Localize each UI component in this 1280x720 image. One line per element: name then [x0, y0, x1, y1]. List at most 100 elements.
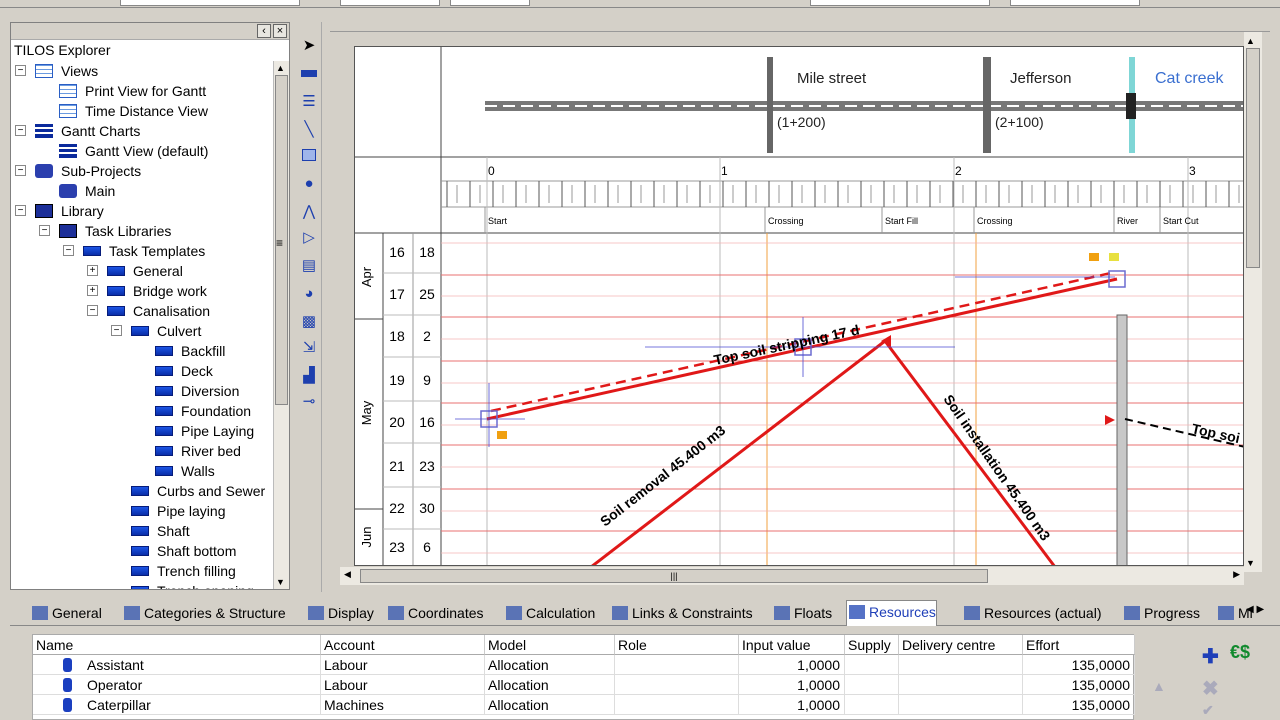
document-tool-icon[interactable]: ▤: [300, 256, 318, 274]
table-cell[interactable]: 135,0000: [1023, 655, 1135, 675]
table-cell[interactable]: Allocation: [485, 695, 615, 715]
scroll-down-icon[interactable]: ▼: [1246, 558, 1255, 568]
table-cell[interactable]: [615, 655, 739, 675]
column-header[interactable]: Input value: [739, 635, 845, 655]
top-field[interactable]: [120, 0, 300, 6]
box-tool-icon[interactable]: [300, 146, 318, 164]
tree-item[interactable]: Shaft: [11, 521, 273, 541]
add-resource-icon[interactable]: ✚: [1202, 644, 1219, 669]
table-cell[interactable]: 135,0000: [1023, 675, 1135, 695]
tree-item[interactable]: Pipe laying: [11, 501, 273, 521]
tree-item[interactable]: Print View for Gantt: [11, 81, 273, 101]
tab-floats[interactable]: Floats: [772, 602, 832, 624]
close-icon[interactable]: ×: [273, 24, 287, 38]
collapse-icon[interactable]: −: [39, 225, 50, 236]
time-distance-diagram[interactable]: Mile street (1+200) Jefferson (2+100) Cat cr…: [354, 46, 1244, 566]
scroll-down-icon[interactable]: ▼: [276, 577, 285, 587]
chart-tool-icon[interactable]: ▟: [300, 366, 318, 384]
tree-item[interactable]: − Canalisation: [11, 301, 273, 321]
scroll-up-icon[interactable]: ▲: [276, 63, 285, 73]
tree-item[interactable]: Walls: [11, 461, 273, 481]
table-cell[interactable]: Caterpillar: [33, 695, 321, 715]
tab-links-constraints[interactable]: Links & Constraints: [610, 602, 753, 624]
tree-item[interactable]: Diversion: [11, 381, 273, 401]
tree-item[interactable]: Backfill: [11, 341, 273, 361]
pattern-tool-icon[interactable]: ▩: [300, 312, 318, 330]
tab-resources-actual-[interactable]: Resources (actual): [962, 602, 1102, 624]
tab-coordinates[interactable]: Coordinates: [386, 602, 484, 624]
delete-resource-icon[interactable]: ✖: [1202, 676, 1219, 701]
key-tool-icon[interactable]: ⊸: [300, 392, 318, 410]
tab-resources[interactable]: Resources: [846, 600, 937, 626]
polyline-tool-icon[interactable]: ⋀: [300, 202, 318, 220]
tree-item[interactable]: − Culvert: [11, 321, 273, 341]
tree-item[interactable]: − Library: [11, 201, 273, 221]
top-field[interactable]: [450, 0, 530, 6]
table-cell[interactable]: 1,0000: [739, 695, 845, 715]
table-cell[interactable]: Labour: [321, 655, 485, 675]
top-field[interactable]: [810, 0, 990, 6]
cost-icon[interactable]: €$: [1230, 642, 1250, 663]
tab-categories-structure[interactable]: Categories & Structure: [122, 602, 286, 624]
tab-general[interactable]: General: [30, 602, 102, 624]
table-cell[interactable]: [899, 695, 1023, 715]
scroll-up-icon[interactable]: ▲: [1246, 36, 1255, 46]
tree-item[interactable]: − Task Libraries: [11, 221, 273, 241]
circle-tool-icon[interactable]: ●: [300, 174, 318, 192]
column-header[interactable]: Model: [485, 635, 615, 655]
collapse-icon[interactable]: −: [87, 305, 98, 316]
tree-item[interactable]: Foundation: [11, 401, 273, 421]
scroll-right-icon[interactable]: ▶: [1233, 569, 1240, 580]
top-field[interactable]: [340, 0, 440, 6]
panel-menu-icon[interactable]: ‹: [257, 24, 271, 38]
move-up-icon[interactable]: ▲: [1152, 678, 1166, 694]
table-cell[interactable]: Labour: [321, 675, 485, 695]
collapse-icon[interactable]: −: [15, 165, 26, 176]
expand-icon[interactable]: +: [87, 265, 98, 276]
table-cell[interactable]: [899, 675, 1023, 695]
table-cell[interactable]: Allocation: [485, 655, 615, 675]
tree-item[interactable]: − Gantt Charts: [11, 121, 273, 141]
table-cell[interactable]: 1,0000: [739, 655, 845, 675]
list-tool-icon[interactable]: ☰: [300, 92, 318, 110]
tree-item[interactable]: Trench opening: [11, 581, 273, 589]
column-header[interactable]: Account: [321, 635, 485, 655]
expand-icon[interactable]: +: [87, 285, 98, 296]
table-cell[interactable]: Allocation: [485, 675, 615, 695]
vertical-scrollbar[interactable]: ▲ ▼: [1244, 32, 1262, 572]
time-distance-view[interactable]: Mile street (1+200) Jefferson (2+100) Cat cr…: [330, 22, 1270, 592]
tree-item[interactable]: + General: [11, 261, 273, 281]
table-cell[interactable]: Operator: [33, 675, 321, 695]
tree-item[interactable]: − Views: [11, 61, 273, 81]
table-cell[interactable]: Assistant: [33, 655, 321, 675]
tree-item[interactable]: Pipe Laying: [11, 421, 273, 441]
task-soil-removal[interactable]: [591, 339, 886, 566]
column-header[interactable]: Effort: [1023, 635, 1135, 655]
tree-item[interactable]: Trench filling: [11, 561, 273, 581]
table-cell[interactable]: 135,0000: [1023, 695, 1135, 715]
table-cell[interactable]: 1,0000: [739, 675, 845, 695]
scroll-left-icon[interactable]: ◀: [344, 569, 351, 580]
tab-progress[interactable]: Progress: [1122, 602, 1200, 624]
import-tool-icon[interactable]: ⇲: [300, 338, 318, 356]
collapse-icon[interactable]: −: [111, 325, 122, 336]
column-header[interactable]: Name: [33, 635, 321, 655]
tree-item[interactable]: Main: [11, 181, 273, 201]
table-cell[interactable]: [615, 675, 739, 695]
tree-item[interactable]: River bed: [11, 441, 273, 461]
rectangle-tool-icon[interactable]: [300, 64, 318, 82]
column-header[interactable]: Supply: [845, 635, 899, 655]
tree-item[interactable]: + Bridge work: [11, 281, 273, 301]
confirm-icon[interactable]: ✔: [1202, 702, 1214, 719]
collapse-icon[interactable]: −: [15, 205, 26, 216]
pointer-tool-icon[interactable]: ➤: [300, 36, 318, 54]
collapse-icon[interactable]: −: [63, 245, 74, 256]
table-cell[interactable]: [615, 695, 739, 715]
tree-item[interactable]: − Task Templates: [11, 241, 273, 261]
table-cell[interactable]: Machines: [321, 695, 485, 715]
tree-item[interactable]: Curbs and Sewer: [11, 481, 273, 501]
tab-display[interactable]: Display: [306, 602, 374, 624]
collapse-icon[interactable]: −: [15, 65, 26, 76]
tree-item[interactable]: − Sub-Projects: [11, 161, 273, 181]
tree-item[interactable]: Time Distance View: [11, 101, 273, 121]
